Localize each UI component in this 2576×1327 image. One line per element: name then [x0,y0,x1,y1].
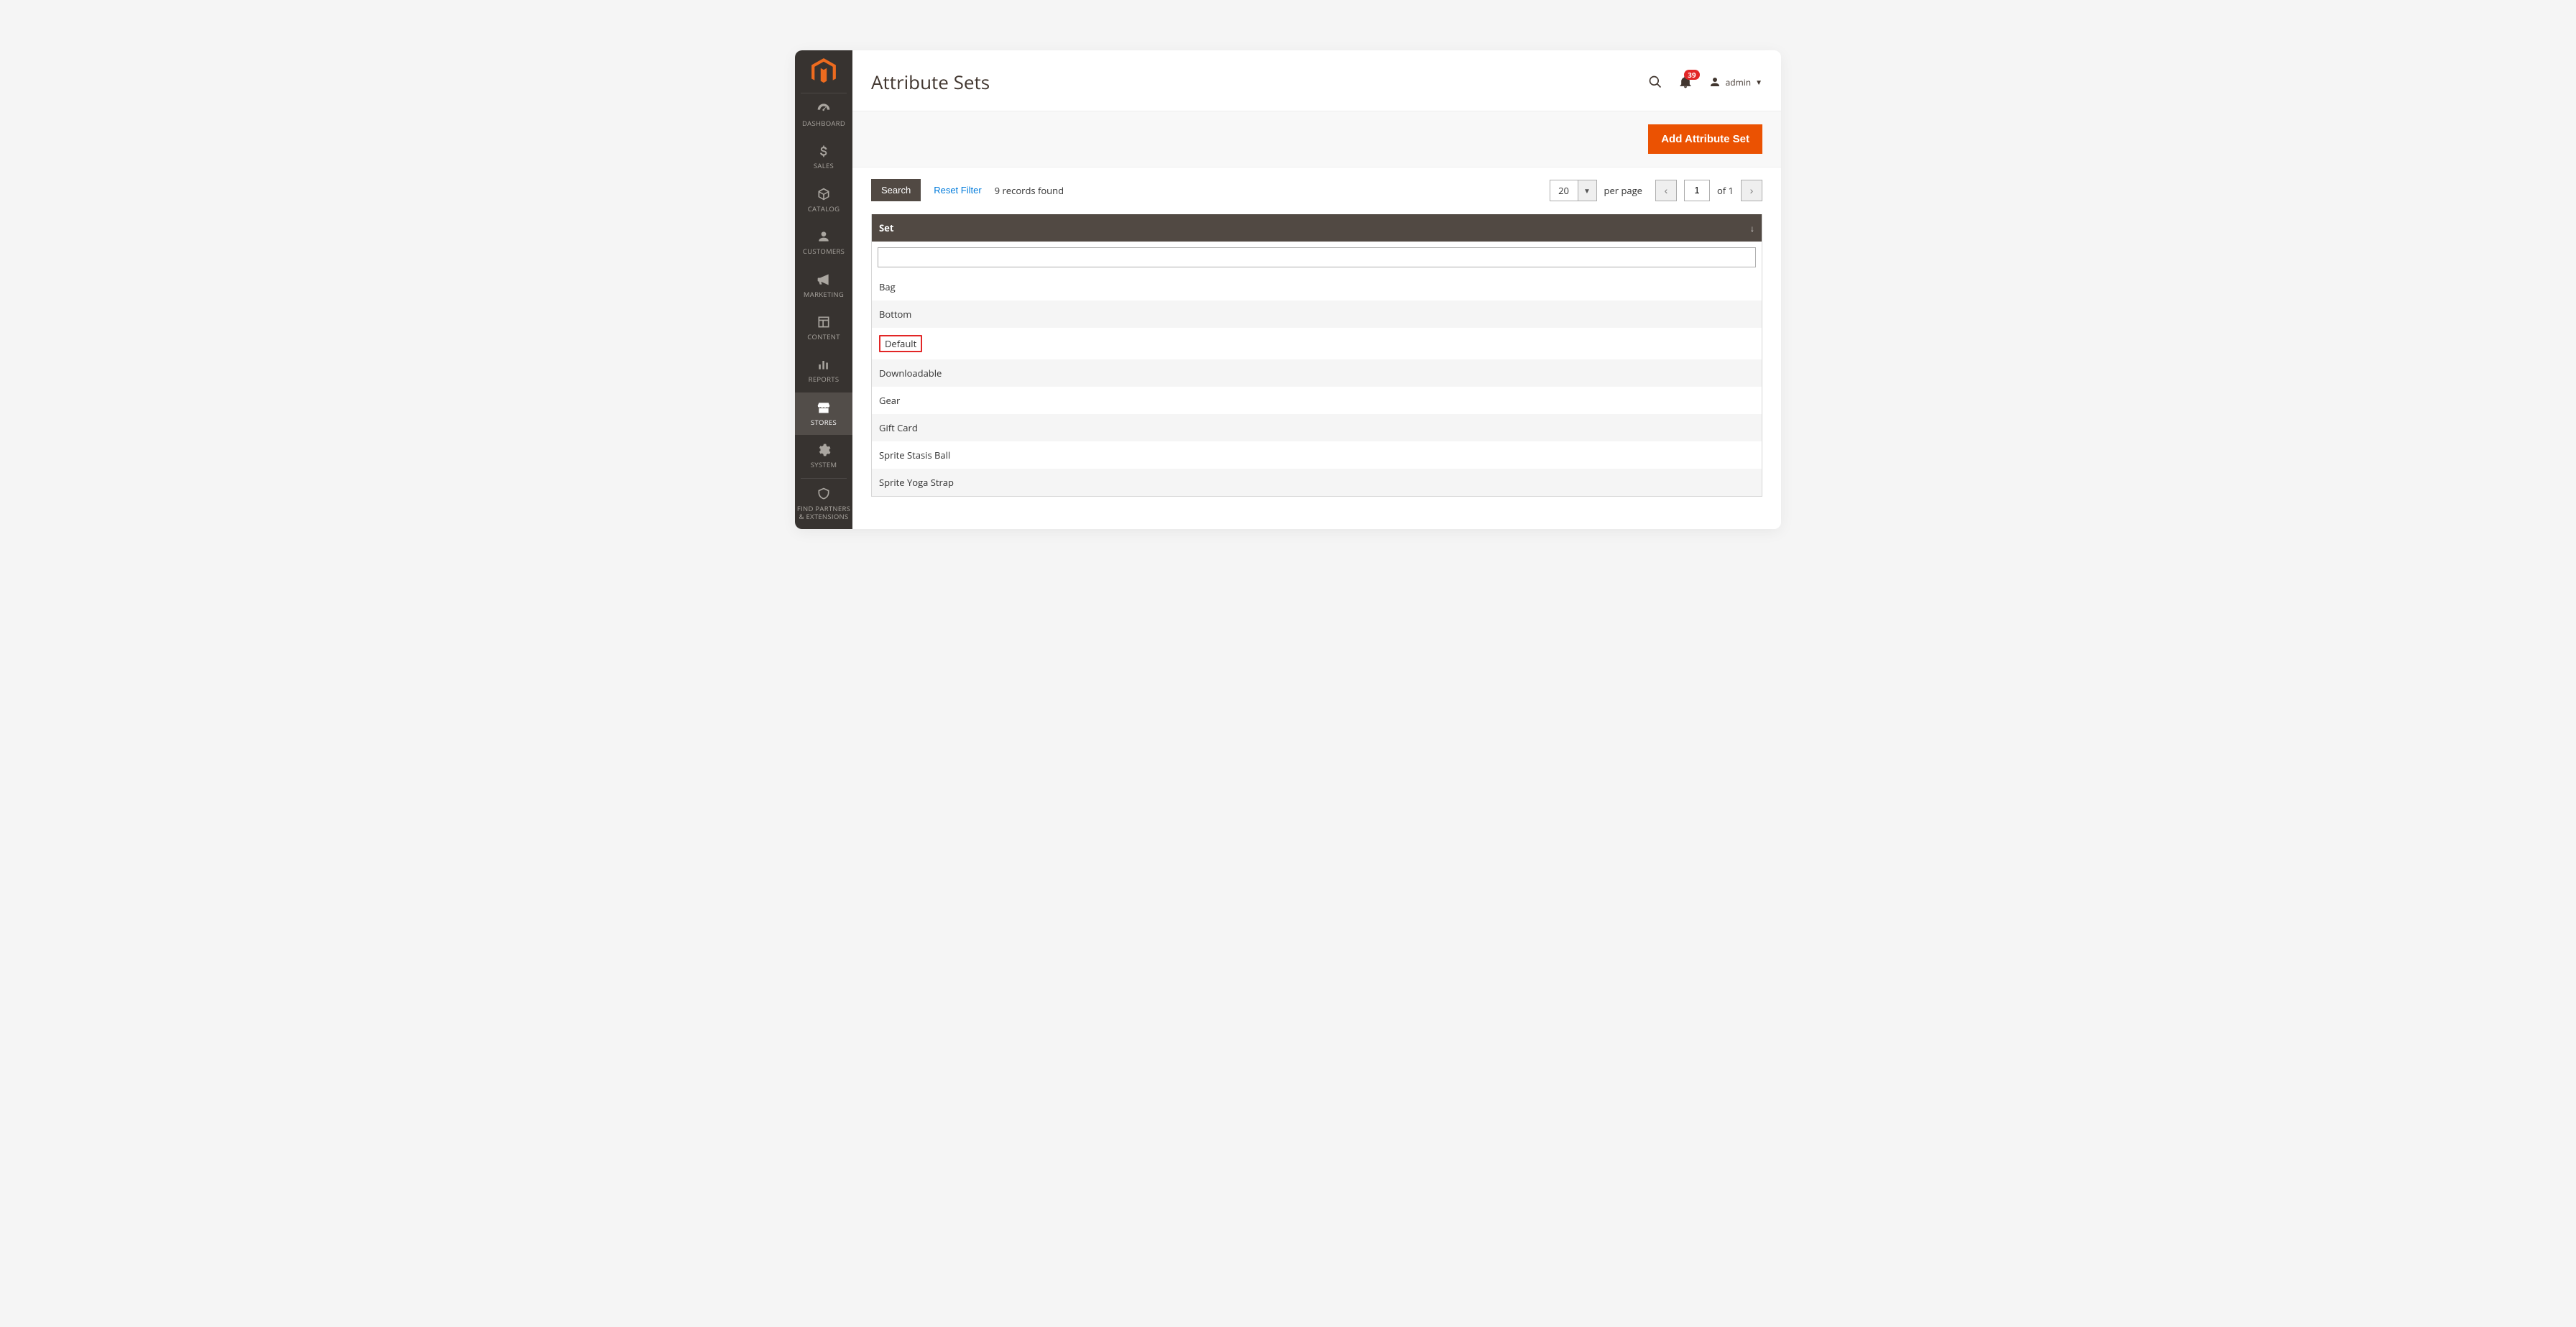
nav-customers[interactable]: CUSTOMERS [795,221,852,264]
nav-dashboard[interactable]: DASHBOARD [795,93,852,136]
table-row[interactable]: Gear [872,387,1762,414]
per-page-select[interactable]: 20 ▼ [1550,180,1597,201]
attribute-set-grid: Set ↓ BagBottom Default DownloadableGearGi… [871,214,1762,497]
table-row[interactable]: Sprite Yoga Strap [872,469,1762,496]
account-menu[interactable]: admin ▼ [1708,75,1762,88]
nav-sales[interactable]: SALES [795,136,852,178]
nav-reports[interactable]: REPORTS [795,349,852,392]
title-bar: Attribute Sets 39 admin ▼ [852,50,1781,111]
chevron-down-icon: ▼ [1578,180,1596,201]
per-page-control: 20 ▼ per page [1550,180,1642,201]
table-row[interactable]: Bag [872,273,1762,300]
top-actions: 39 admin ▼ [1648,75,1762,89]
notifications-badge: 39 [1684,70,1699,80]
layout-icon [816,314,831,330]
next-page-button[interactable]: › [1741,180,1762,201]
nav-label: STORES [811,418,837,426]
per-page-value: 20 [1550,180,1578,201]
search-icon [1648,75,1662,89]
table-row[interactable]: Downloadable [872,359,1762,387]
nav-label: FIND PARTNERS & EXTENSIONS [796,505,851,521]
grid-filter-row [872,242,1762,273]
reset-filter-button[interactable]: Reset Filter [934,185,981,196]
chevron-right-icon: › [1750,185,1754,196]
bar-chart-icon [816,357,831,372]
sort-arrow-icon: ↓ [1750,222,1754,234]
highlighted-cell: Default [879,335,922,352]
main-content: Attribute Sets 39 admin ▼ Add Attribute … [852,50,1781,529]
magento-logo-icon [811,58,836,86]
user-icon [1708,75,1721,88]
grid-toolbar: Search Reset Filter 9 records found 20 ▼… [852,167,1781,210]
nav-label: REPORTS [809,375,840,383]
pagination: ‹ of 1 › [1655,180,1762,201]
grid-header: Set ↓ [872,214,1762,242]
nav-label: SYSTEM [811,461,837,469]
nav-label: MARKETING [804,290,844,298]
nav-label: DASHBOARD [802,119,845,127]
megaphone-icon [816,272,831,288]
admin-sidebar: DASHBOARD SALES CATALOG CUSTOMERS MARKET [795,50,852,529]
dollar-icon [816,143,831,159]
magento-logo[interactable] [801,50,847,93]
table-row[interactable]: Sprite Stasis Ball [872,441,1762,469]
nav-label: CONTENT [807,333,840,341]
storefront-icon [816,400,831,415]
nav-system[interactable]: SYSTEM [795,435,852,477]
global-search-button[interactable] [1648,75,1662,89]
grid-header-row[interactable]: Set ↓ [872,214,1762,242]
grid-search-button[interactable]: Search [871,179,921,201]
toolbar-right: 20 ▼ per page ‹ of 1 › [1550,180,1763,201]
person-icon [816,229,831,244]
add-attribute-set-button[interactable]: Add Attribute Set [1648,124,1762,154]
per-page-label: per page [1604,184,1642,197]
chevron-down-icon: ▼ [1755,77,1762,87]
gauge-icon [816,101,831,116]
page-actions: Add Attribute Set [852,111,1781,167]
app-frame: DASHBOARD SALES CATALOG CUSTOMERS MARKET [795,50,1781,529]
page-number-input[interactable] [1684,180,1710,201]
column-header-set: Set [879,221,893,234]
nav-catalog[interactable]: CATALOG [795,179,852,221]
nav-stores[interactable]: STORES [795,392,852,435]
table-row[interactable]: Default [872,328,1762,359]
nav-label: CUSTOMERS [803,247,845,255]
table-row[interactable]: Bottom [872,300,1762,328]
grid-body: BagBottom Default DownloadableGearGift Car… [872,273,1762,496]
account-username: admin [1726,76,1752,88]
nav-partners[interactable]: FIND PARTNERS & EXTENSIONS [795,479,852,530]
notifications-button[interactable]: 39 [1678,75,1693,89]
table-row[interactable]: Gift Card [872,414,1762,441]
nav-marketing[interactable]: MARKETING [795,265,852,307]
nav-label: SALES [814,162,834,170]
prev-page-button[interactable]: ‹ [1655,180,1677,201]
gear-icon [816,442,831,458]
set-filter-input[interactable] [878,247,1756,267]
puzzle-icon [816,486,831,502]
records-found-label: 9 records found [995,184,1064,197]
chevron-left-icon: ‹ [1665,185,1668,196]
box-icon [816,186,831,202]
toolbar-left: Search Reset Filter 9 records found [871,179,1064,201]
nav-label: CATALOG [808,205,840,213]
nav-content[interactable]: CONTENT [795,307,852,349]
page-of-label: of 1 [1717,184,1734,197]
page-title: Attribute Sets [871,69,990,95]
